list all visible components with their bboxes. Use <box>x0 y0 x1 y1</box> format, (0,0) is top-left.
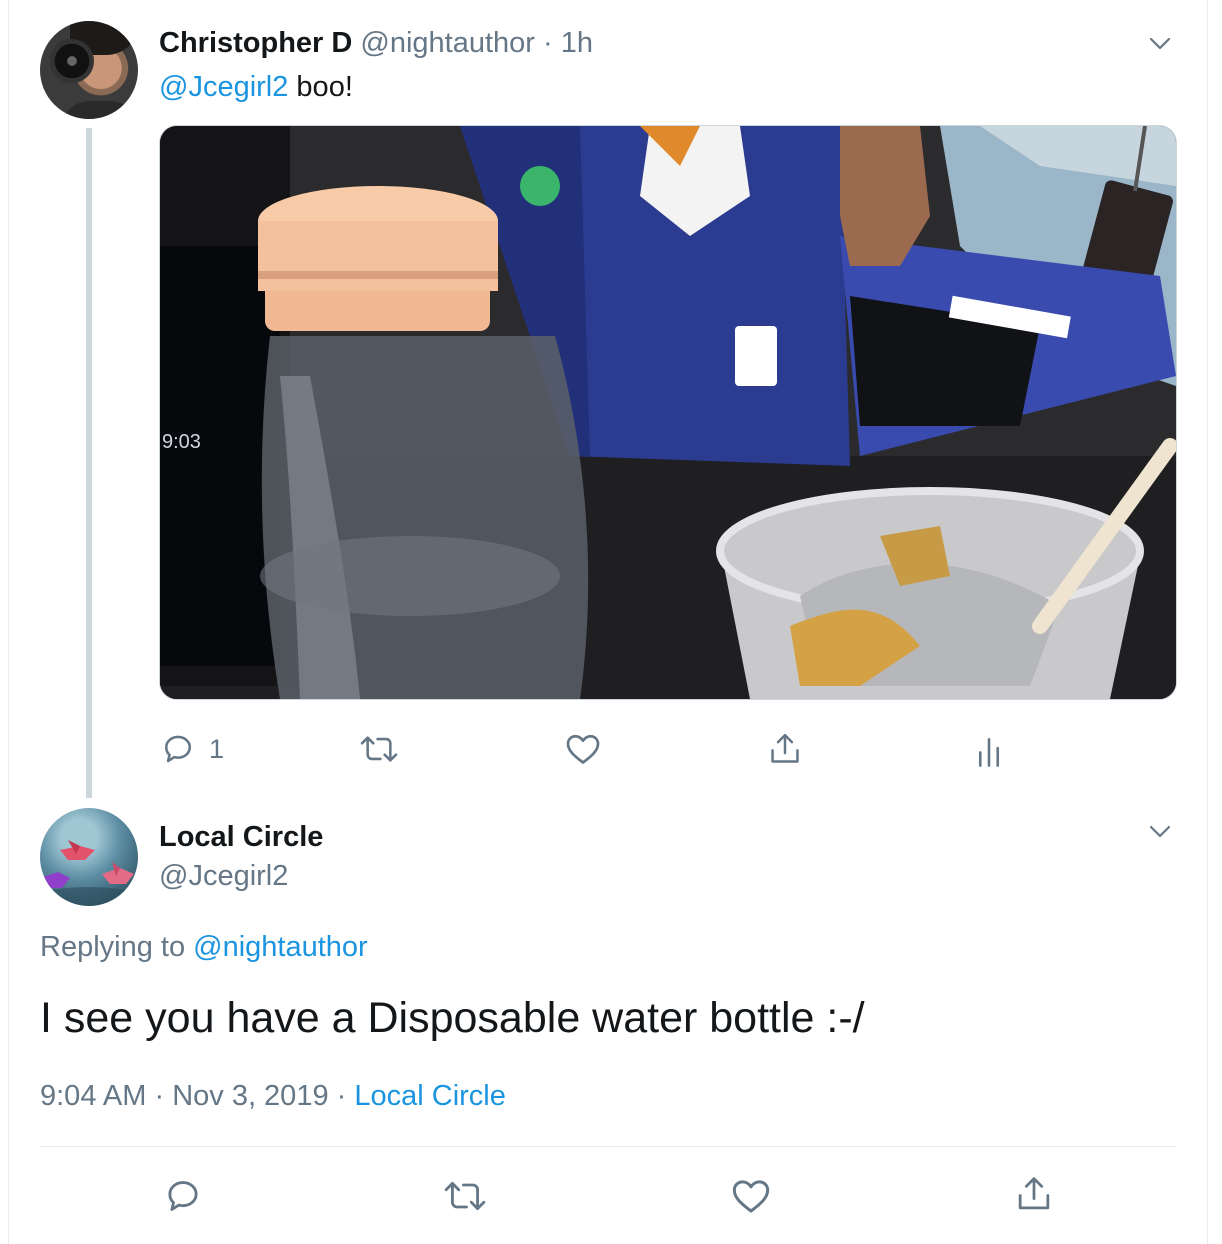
retweet-icon <box>444 1182 486 1210</box>
tweet1-separator: · <box>543 27 553 59</box>
tweet1-text: @Jcegirl2 boo! <box>159 70 353 104</box>
tweet2-meta: 9:04 AM · Nov 3, 2019 · Local Circle <box>40 1079 506 1113</box>
tweet1-share-button[interactable] <box>768 731 802 767</box>
analytics-icon <box>978 738 1000 767</box>
tweet2-retweet-button[interactable] <box>443 1178 487 1214</box>
tweet1-reply-mention[interactable]: @Jcegirl2 <box>159 71 288 103</box>
tweet2-text: I see you have a Disposable water bottle… <box>40 994 865 1042</box>
tweet2-share-button[interactable] <box>1015 1176 1053 1212</box>
reply-icon <box>164 735 192 763</box>
tweet2-date[interactable]: Nov 3, 2019 <box>172 1080 328 1112</box>
tweet1-reply-button[interactable]: 1 <box>161 731 224 767</box>
tweet1-retweet-button[interactable] <box>359 731 399 767</box>
tweet2-source[interactable]: Local Circle <box>354 1080 506 1112</box>
tweet1-analytics-button[interactable] <box>977 733 1001 769</box>
divider <box>40 1146 1176 1147</box>
svg-text:9:03: 9:03 <box>162 431 201 453</box>
tweet2-time[interactable]: 9:04 AM <box>40 1080 146 1112</box>
tweet2-author-name[interactable]: Local Circle <box>159 820 323 854</box>
tweet1-photo[interactable]: 9:03 <box>159 125 1177 700</box>
tweet2-like-button[interactable] <box>731 1178 771 1214</box>
reply-icon <box>168 1181 198 1211</box>
heart-icon <box>732 1180 770 1213</box>
tweet1-header: Christopher D @nightauthor · 1h <box>159 26 593 60</box>
tweet2-author-handle[interactable]: @Jcegirl2 <box>159 859 288 893</box>
tweet1-body: boo! <box>288 71 353 103</box>
replying-to: Replying to @nightauthor <box>40 930 368 964</box>
thread-line <box>86 128 92 798</box>
tweet2-date-separator: · <box>146 1080 173 1112</box>
tweet2-source-separator: · <box>328 1080 355 1112</box>
tweet1-author-name[interactable]: Christopher D <box>159 27 352 59</box>
tweet1-chevron-down-icon[interactable] <box>1149 32 1171 54</box>
share-icon <box>1018 1177 1050 1210</box>
paper-boats-image <box>40 840 138 906</box>
tweet1-reply-count: 1 <box>209 733 225 764</box>
tweet2-reply-button[interactable] <box>164 1178 202 1214</box>
tweet1-time[interactable]: 1h <box>561 27 593 59</box>
avatar-camera-lens <box>50 39 94 83</box>
tweet1-author-handle[interactable]: @nightauthor <box>360 27 535 59</box>
avatar-christopher-d[interactable] <box>40 21 138 119</box>
replying-to-mention[interactable]: @nightauthor <box>193 931 368 963</box>
share-icon <box>771 733 799 763</box>
avatar-local-circle[interactable] <box>40 808 138 906</box>
retweet-icon <box>360 736 398 762</box>
replying-to-label: Replying to <box>40 931 194 963</box>
tweet1-like-button[interactable] <box>565 731 601 767</box>
heart-icon <box>566 734 600 764</box>
tweet2-chevron-down-icon[interactable] <box>1149 820 1171 842</box>
